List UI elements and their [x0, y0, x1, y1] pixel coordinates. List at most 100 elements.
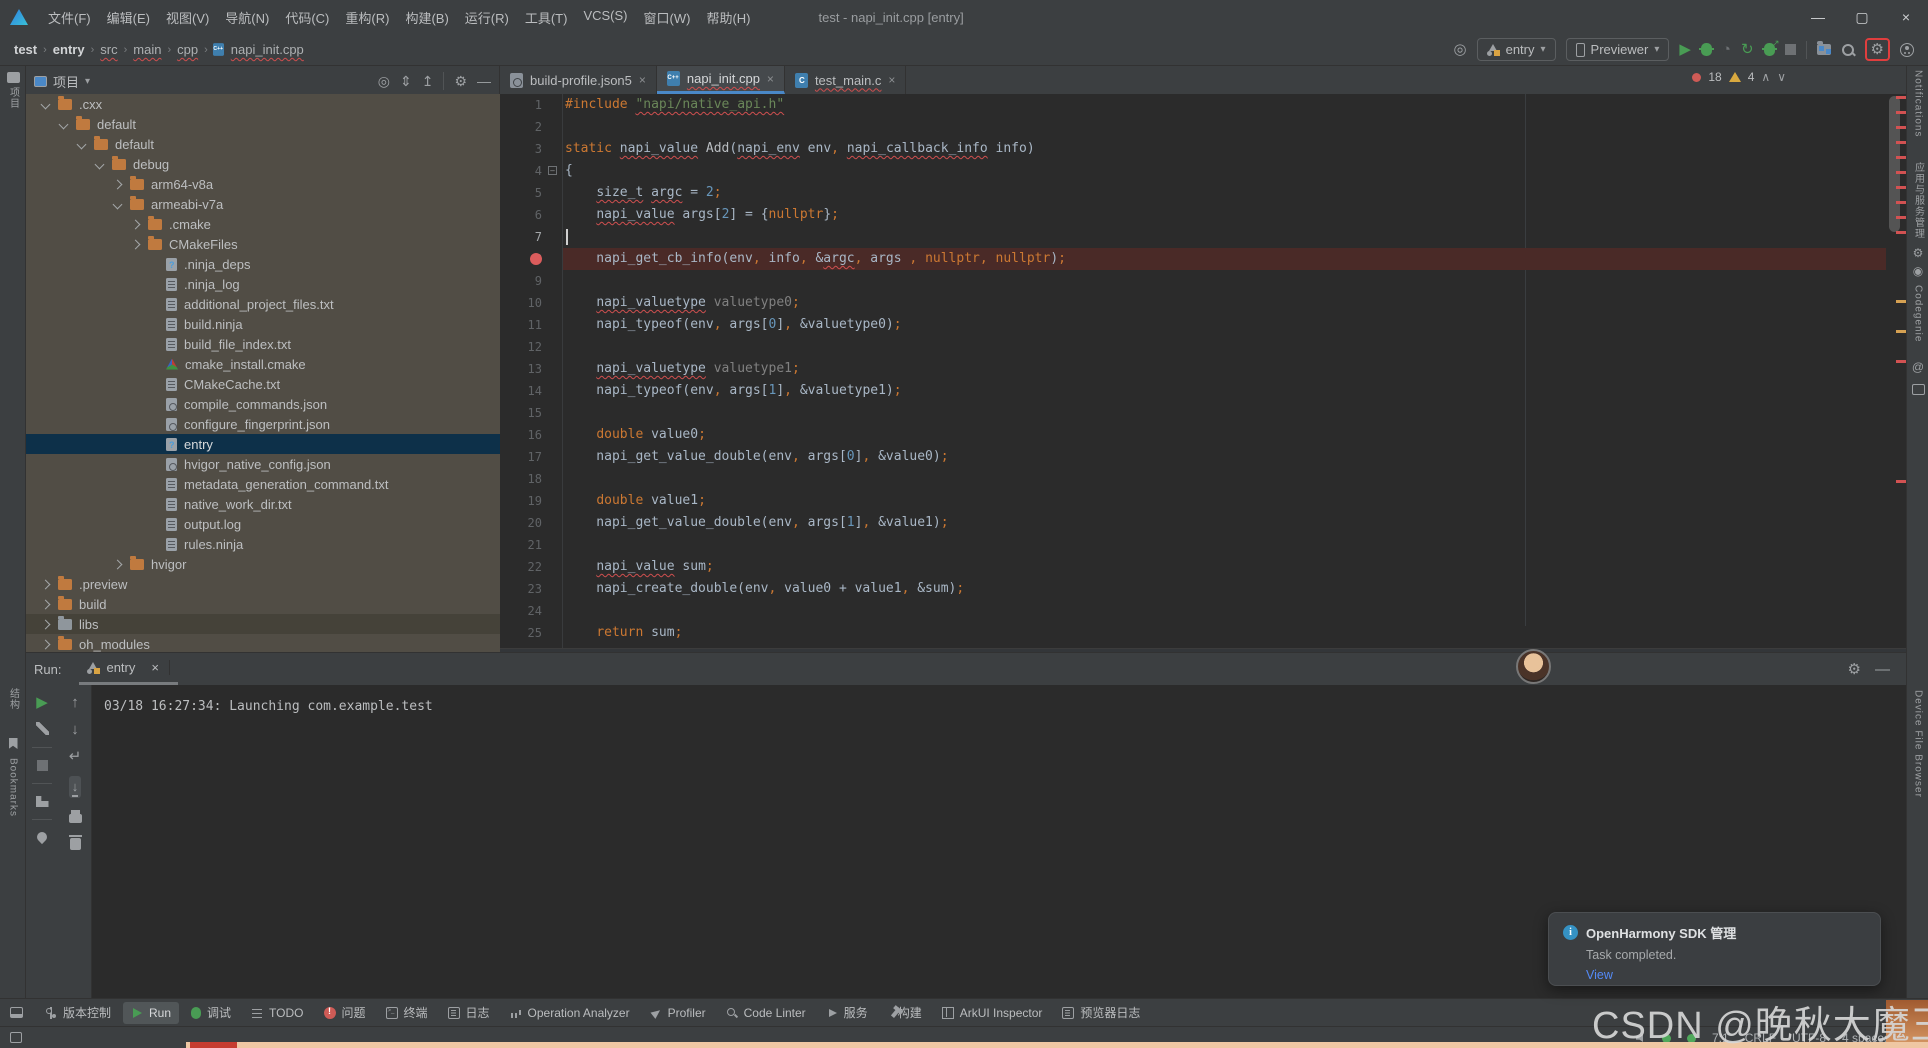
print-icon[interactable]	[68, 810, 82, 823]
tool-button-codegenie[interactable]: Codegenie	[1907, 285, 1928, 342]
code-region[interactable]: 1 #include "napi/native_api.h" 2 3 static na…	[500, 94, 1906, 648]
clear-console-icon[interactable]	[68, 835, 82, 850]
tree-row-.cmake[interactable]: .cmake	[26, 214, 500, 234]
account-profile-icon[interactable]	[1900, 42, 1914, 57]
breadcrumb-item-main[interactable]: main	[131, 41, 163, 58]
minimize-button[interactable]: —	[1796, 2, 1840, 32]
soft-wrap-icon[interactable]: ↵	[69, 749, 82, 764]
tool-button-project[interactable]: 项目	[0, 72, 26, 109]
tool-window-button-构建[interactable]: 构建	[880, 1000, 930, 1025]
tab-build-profile.json5[interactable]: build-profile.json5 ×	[500, 66, 657, 94]
tree-row-configure_fingerprint.json[interactable]: configure_fingerprint.json	[26, 414, 500, 434]
tool-window-button-日志[interactable]: 日志	[440, 1000, 498, 1025]
edit-configuration-icon[interactable]	[35, 722, 49, 735]
tab-napi_init.cpp[interactable]: napi_init.cpp ×	[656, 66, 785, 94]
tree-row-build.ninja[interactable]: build.ninja	[26, 314, 500, 334]
panel-settings-gear-icon[interactable]: ⚙	[454, 73, 467, 90]
tree-row-additional_project_files.txt[interactable]: additional_project_files.txt	[26, 294, 500, 314]
menu-item-6[interactable]: 构建(B)	[397, 5, 456, 30]
tree-closed-chevron-icon[interactable]	[40, 639, 51, 649]
tree-open-chevron-icon[interactable]	[40, 99, 51, 109]
breadcrumb-item-src[interactable]: src	[98, 41, 119, 58]
rerun-button[interactable]: ↻	[1741, 42, 1754, 57]
scroll-to-end-icon[interactable]: ↓	[68, 776, 82, 798]
tool-window-button-ArkUI Inspector[interactable]: ArkUI Inspector	[934, 1002, 1051, 1024]
tree-row-armeabi-v7a[interactable]: armeabi-v7a	[26, 194, 500, 214]
menu-item-11[interactable]: 帮助(H)	[698, 5, 758, 30]
collapse-all-icon[interactable]: ↥	[422, 73, 434, 90]
tree-row-arm64-v8a[interactable]: arm64-v8a	[26, 174, 500, 194]
next-error-icon[interactable]: ∨	[1777, 70, 1786, 84]
tool-window-button-预览器日志[interactable]: 预览器日志	[1054, 1000, 1148, 1025]
tool-window-button-调试[interactable]: 调试	[183, 1000, 239, 1025]
tree-row-build_file_index.txt[interactable]: build_file_index.txt	[26, 334, 500, 354]
tool-button-services-manager[interactable]: 应用与服务管理	[1907, 162, 1928, 239]
tree-row-.preview[interactable]: .preview	[26, 574, 500, 594]
project-panel-title[interactable]: 项目	[53, 72, 79, 91]
tree-row-.ninja_log[interactable]: .ninja_log	[26, 274, 500, 294]
profiler-button[interactable]: ◔	[1722, 42, 1731, 57]
tool-window-button-Operation Analyzer[interactable]: Operation Analyzer	[502, 1002, 638, 1024]
tree-row-entry[interactable]: entry	[26, 434, 500, 454]
menu-item-4[interactable]: 代码(C)	[277, 5, 337, 30]
settings-gear-icon[interactable]: ⚙	[1871, 42, 1884, 57]
tool-window-button-TODO[interactable]: TODO	[243, 1002, 311, 1024]
tree-row-.cxx[interactable]: .cxx	[26, 94, 500, 114]
tab-test_main.c[interactable]: test_main.c ×	[785, 66, 907, 94]
tree-row-oh_modules[interactable]: oh_modules	[26, 634, 500, 652]
menu-item-0[interactable]: 文件(F)	[40, 5, 99, 30]
stop-process-button[interactable]	[36, 760, 48, 771]
breadcrumb-item-napi_init.cpp[interactable]: napi_init.cpp	[229, 41, 306, 58]
tool-button-structure[interactable]: 结构	[0, 688, 26, 710]
tree-row-cmake_install.cmake[interactable]: cmake_install.cmake	[26, 354, 500, 374]
bookmark-icon[interactable]	[0, 738, 26, 749]
layout-icon[interactable]	[35, 796, 49, 807]
tool-window-switcher-icon[interactable]	[10, 1007, 23, 1018]
hide-run-panel-icon[interactable]: —	[1875, 662, 1890, 677]
tree-row-rules.ninja[interactable]: rules.ninja	[26, 534, 500, 554]
debug-button[interactable]	[1698, 43, 1714, 56]
tree-open-chevron-icon[interactable]	[112, 199, 123, 209]
globe-icon[interactable]: ◉	[1907, 264, 1928, 278]
close-icon[interactable]: ×	[141, 660, 170, 675]
prev-error-icon[interactable]: ∧	[1761, 70, 1770, 84]
maximize-button[interactable]: ▢	[1840, 2, 1884, 32]
tool-window-button-Code Linter[interactable]: Code Linter	[718, 1002, 814, 1024]
tool-window-button-版本控制[interactable]: 版本控制	[37, 1000, 119, 1025]
notification-view-link[interactable]: View	[1586, 968, 1866, 982]
tree-closed-chevron-icon[interactable]	[112, 179, 123, 189]
pin-tab-icon[interactable]	[34, 829, 50, 845]
tree-row-output.log[interactable]: output.log	[26, 514, 500, 534]
tree-closed-chevron-icon[interactable]	[130, 239, 141, 249]
tree-closed-chevron-icon[interactable]	[40, 579, 51, 589]
breakpoint-icon[interactable]	[530, 253, 542, 265]
tool-window-button-Run[interactable]: Run	[123, 1001, 180, 1024]
tree-row-native_work_dir.txt[interactable]: native_work_dir.txt	[26, 494, 500, 514]
tree-row-libs[interactable]: libs	[26, 614, 500, 634]
breadcrumb-item-entry[interactable]: entry	[51, 41, 87, 58]
tool-window-button-Profiler[interactable]: Profiler	[642, 1002, 714, 1024]
tree-row-debug[interactable]: debug	[26, 154, 500, 174]
up-stack-trace-icon[interactable]: ↑	[71, 695, 79, 710]
rerun-app-button[interactable]: ▶	[36, 695, 48, 710]
tree-row-CMakeCache.txt[interactable]: CMakeCache.txt	[26, 374, 500, 394]
close-icon[interactable]: ×	[888, 73, 895, 87]
down-stack-trace-icon[interactable]: ↓	[71, 722, 79, 737]
hide-panel-icon[interactable]: —	[477, 73, 491, 89]
breadcrumb-item-test[interactable]: test	[12, 41, 39, 58]
tree-open-chevron-icon[interactable]	[76, 139, 87, 149]
tool-button-device-file-browser[interactable]: Device File Browser	[1907, 690, 1928, 798]
tree-closed-chevron-icon[interactable]	[40, 599, 51, 609]
run-button[interactable]: ▶	[1679, 42, 1691, 57]
run-settings-gear-icon[interactable]: ⚙	[1848, 662, 1861, 677]
tool-window-button-服务[interactable]: 服务	[818, 1000, 876, 1025]
tool-window-button-终端[interactable]: 终端	[378, 1000, 436, 1025]
close-icon[interactable]: ×	[639, 73, 646, 87]
tree-row-compile_commands.json[interactable]: compile_commands.json	[26, 394, 500, 414]
run-tab-entry[interactable]: entry ×	[79, 653, 178, 685]
at-icon[interactable]: @	[1907, 360, 1928, 374]
editor-scrollbar[interactable]	[1889, 96, 1900, 232]
search-everywhere-icon[interactable]	[1841, 43, 1855, 57]
tree-row-.ninja_deps[interactable]: .ninja_deps	[26, 254, 500, 274]
tree-row-build[interactable]: build	[26, 594, 500, 614]
